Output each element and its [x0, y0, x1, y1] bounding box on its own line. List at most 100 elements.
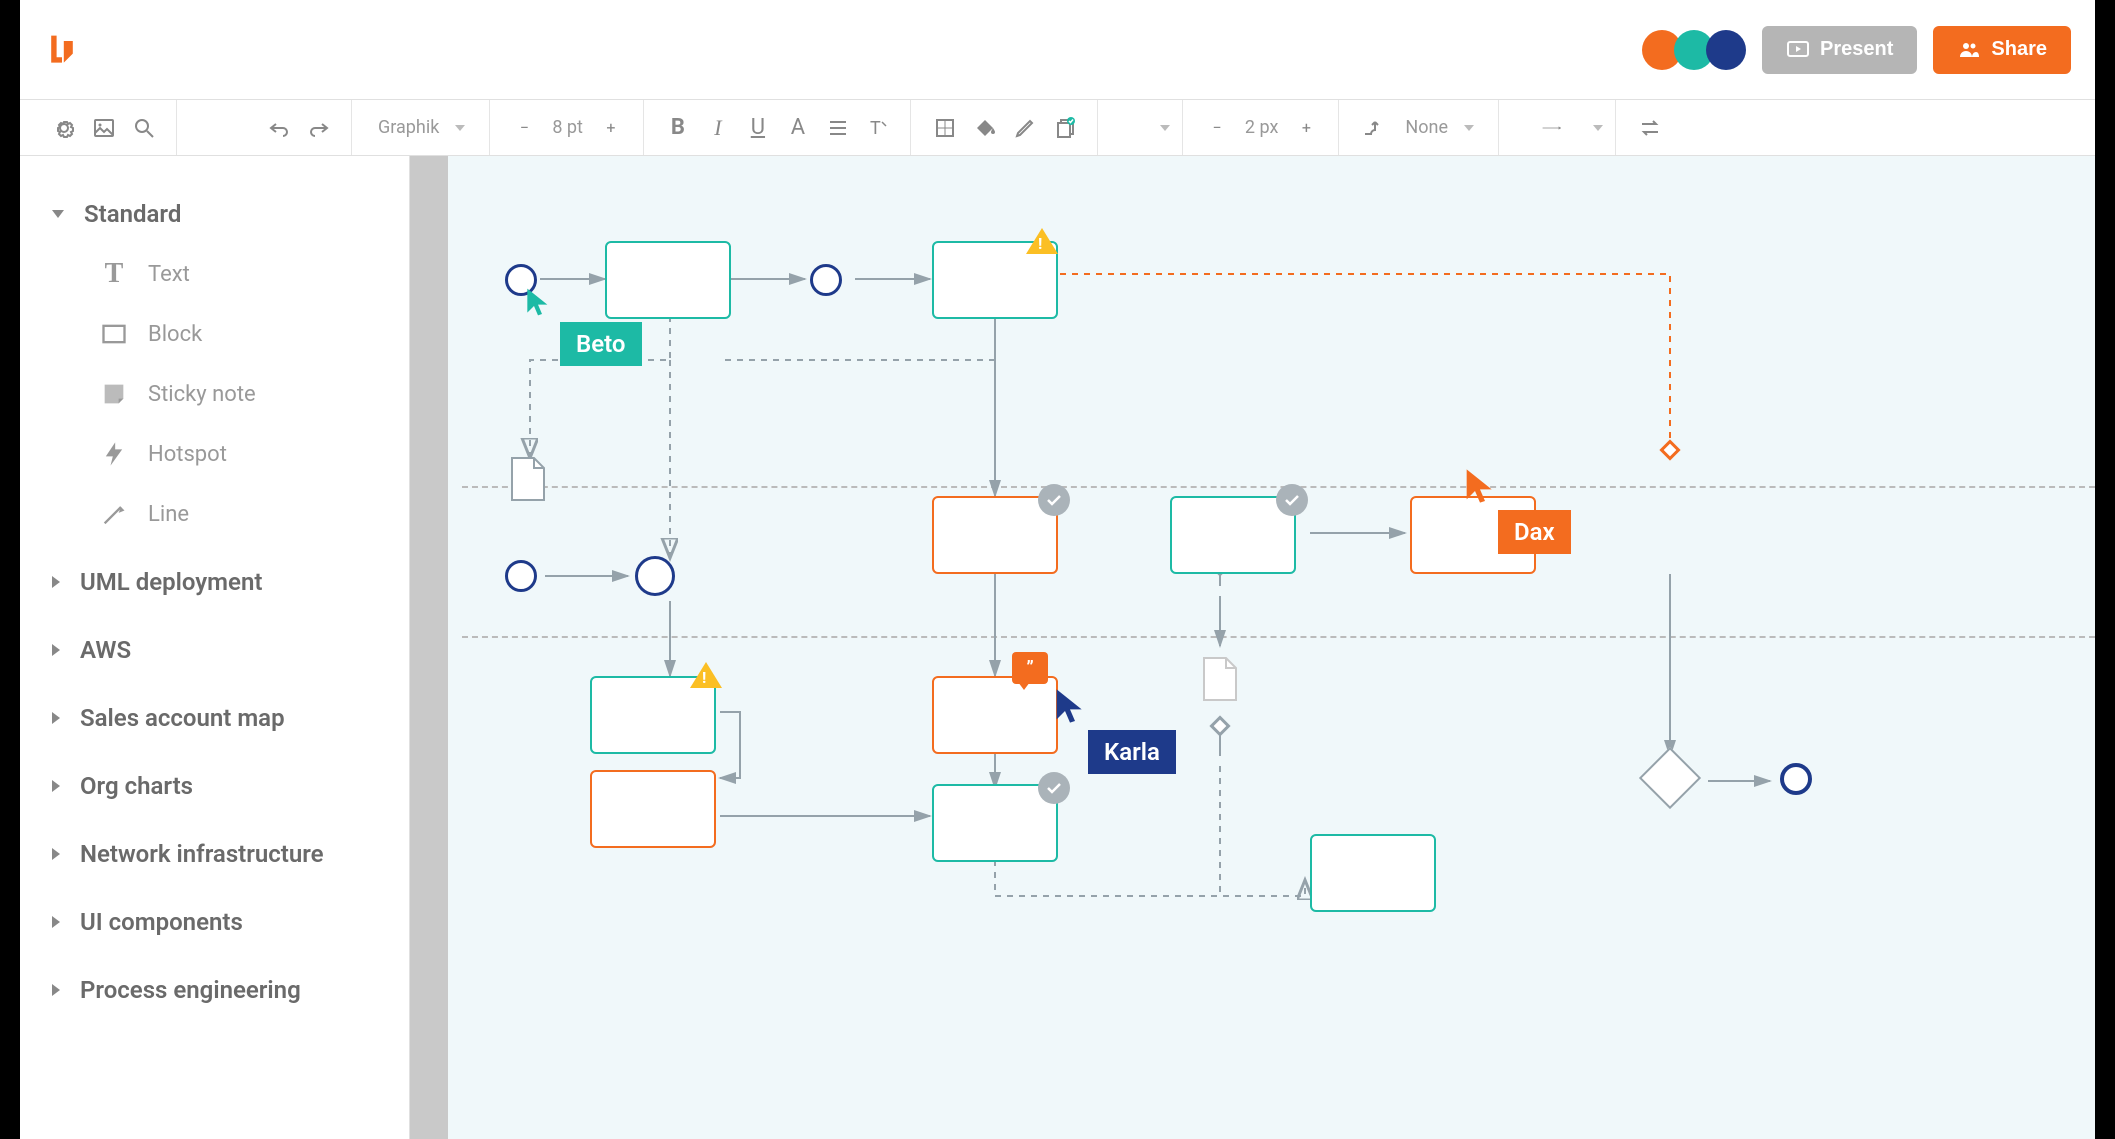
- sb-header-network[interactable]: Network infrastructure: [52, 828, 377, 880]
- present-button[interactable]: Present: [1762, 26, 1917, 74]
- search-icon: [132, 116, 156, 140]
- logo[interactable]: [44, 32, 80, 68]
- underline-button[interactable]: U: [738, 108, 778, 148]
- status-check-icon: [1038, 772, 1070, 804]
- font-size-decrease[interactable]: −: [504, 108, 544, 148]
- stroke-increase[interactable]: +: [1286, 108, 1326, 148]
- chevron-right-icon: [52, 644, 60, 656]
- sb-item-sticky[interactable]: Sticky note: [100, 368, 377, 420]
- bpmn-gateway[interactable]: [1639, 747, 1701, 809]
- share-button[interactable]: Share: [1933, 26, 2071, 74]
- line-style-select[interactable]: None: [1393, 111, 1486, 144]
- image-button[interactable]: [84, 108, 124, 148]
- sb-item-hotspot[interactable]: Hotspot: [100, 428, 377, 480]
- sb-header-aws[interactable]: AWS: [52, 624, 377, 676]
- play-icon: [1786, 38, 1810, 62]
- chevron-right-icon: [52, 848, 60, 860]
- arrow-style-button[interactable]: [1513, 108, 1593, 148]
- sb-header-org[interactable]: Org charts: [52, 760, 377, 812]
- bpmn-task[interactable]: [1310, 834, 1436, 912]
- line-hop-button[interactable]: [1353, 108, 1393, 148]
- text-icon: T: [100, 260, 128, 288]
- app-frame: Present Share Graphik − 8 pt + B: [20, 0, 2095, 1139]
- font-size-increase[interactable]: +: [591, 108, 631, 148]
- line-hop-icon: [1361, 116, 1385, 140]
- hotspot-icon: [100, 440, 128, 468]
- cursor-label: Karla: [1088, 730, 1176, 774]
- text-style-icon: T: [866, 116, 890, 140]
- fill-button[interactable]: [965, 108, 1005, 148]
- avatar-3[interactable]: [1706, 30, 1746, 70]
- bpmn-end-event[interactable]: [1780, 763, 1812, 795]
- stroke-width-value: 2 px: [1237, 117, 1287, 138]
- cursor-label: Dax: [1498, 510, 1571, 554]
- chevron-down-icon: [1464, 125, 1474, 131]
- chevron-down-icon: [455, 125, 465, 131]
- app-header: Present Share: [20, 0, 2095, 100]
- fill-icon: [973, 116, 997, 140]
- warning-icon: [690, 662, 722, 688]
- pencil-button[interactable]: [1005, 108, 1045, 148]
- header-right: Present Share: [1650, 26, 2071, 74]
- bpmn-intermediate-event[interactable]: [810, 264, 842, 296]
- redo-icon: [307, 116, 331, 140]
- copy-style-button[interactable]: [1045, 108, 1085, 148]
- pencil-icon: [1013, 116, 1037, 140]
- font-family-select[interactable]: Graphik: [366, 111, 477, 144]
- bpmn-intermediate-event[interactable]: [635, 556, 675, 596]
- bpmn-task[interactable]: [932, 676, 1058, 754]
- undo-button[interactable]: [259, 108, 299, 148]
- search-button[interactable]: [124, 108, 164, 148]
- diagram-canvas[interactable]: ” Beto Karla Dax: [410, 156, 2095, 1139]
- sb-item-block[interactable]: Block: [100, 308, 377, 360]
- chevron-right-icon: [52, 712, 60, 724]
- swap-icon: [1638, 116, 1662, 140]
- chevron-down-icon: [52, 210, 64, 218]
- svg-text:T: T: [870, 118, 881, 139]
- document-shape[interactable]: [1202, 656, 1238, 702]
- warning-icon: [1026, 228, 1058, 254]
- border-button[interactable]: [925, 108, 965, 148]
- comment-icon[interactable]: ”: [1012, 652, 1048, 684]
- sb-item-line[interactable]: Line: [100, 488, 377, 540]
- collaborator-cursor-dax: Dax: [1460, 466, 1571, 554]
- settings-button[interactable]: [44, 108, 84, 148]
- redo-button[interactable]: [299, 108, 339, 148]
- italic-button[interactable]: I: [698, 108, 738, 148]
- collaborator-avatars[interactable]: [1650, 30, 1746, 70]
- sb-header-ui[interactable]: UI components: [52, 896, 377, 948]
- sb-header-sales[interactable]: Sales account map: [52, 692, 377, 744]
- image-icon: [92, 116, 116, 140]
- sb-header-standard[interactable]: Standard: [52, 188, 377, 240]
- swap-direction-button[interactable]: [1630, 108, 1670, 148]
- text-color-button[interactable]: A: [778, 108, 818, 148]
- bpmn-start-event[interactable]: [505, 560, 537, 592]
- line-icon: [100, 500, 128, 528]
- cursor-icon: [1050, 686, 1090, 726]
- present-label: Present: [1820, 38, 1893, 61]
- stroke-decrease[interactable]: −: [1197, 108, 1237, 148]
- toolbar: Graphik − 8 pt + B I U A T − 2 px +: [20, 100, 2095, 156]
- people-icon: [1957, 38, 1981, 62]
- gear-icon: [52, 116, 76, 140]
- text-style-button[interactable]: T: [858, 108, 898, 148]
- sb-header-uml[interactable]: UML deployment: [52, 556, 377, 608]
- bpmn-task[interactable]: [590, 770, 716, 848]
- collaborator-cursor-karla: Karla: [1050, 686, 1176, 774]
- chevron-down-icon[interactable]: [1593, 125, 1603, 131]
- font-size-value: 8 pt: [544, 117, 591, 138]
- align-button[interactable]: [818, 108, 858, 148]
- canvas-ruler: [410, 156, 448, 1139]
- copy-style-icon: [1053, 116, 1077, 140]
- document-shape[interactable]: [510, 456, 546, 502]
- chevron-down-icon[interactable]: [1160, 125, 1170, 131]
- arrow-icon: [1541, 116, 1565, 140]
- main-area: Standard T Text Block Sticky note: [20, 156, 2095, 1139]
- chevron-right-icon: [52, 780, 60, 792]
- chevron-right-icon: [52, 916, 60, 928]
- bold-button[interactable]: B: [658, 108, 698, 148]
- sb-header-process[interactable]: Process engineering: [52, 964, 377, 1016]
- sb-item-text[interactable]: T Text: [100, 248, 377, 300]
- lane-divider: [462, 486, 2095, 488]
- cursor-icon: [1460, 466, 1500, 506]
